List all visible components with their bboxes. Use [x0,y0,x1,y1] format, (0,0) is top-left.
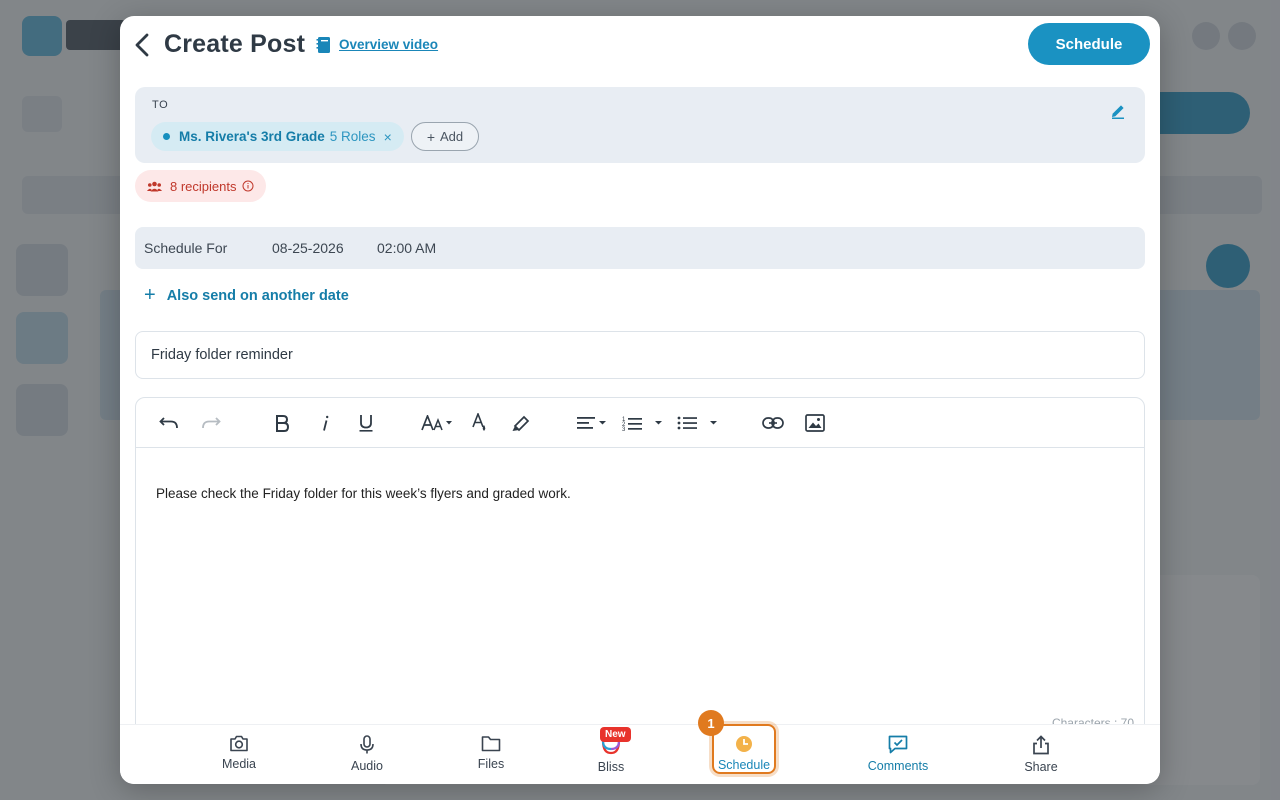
redo-icon [202,417,221,429]
people-icon [147,181,162,191]
share-icon [1033,735,1049,755]
plus-icon: + [426,128,436,145]
tab-audio-label: Audio [351,759,383,773]
step-badge: 1 [698,710,724,736]
schedule-for-row: Schedule For 08-25-2026 02:00 AM [135,227,1145,269]
chip-dot [163,133,170,140]
link-button[interactable] [760,410,786,436]
page-title: Create Post [164,30,306,58]
clock-icon [736,736,752,752]
align-button[interactable] [576,410,610,436]
editor-toolbar: 123 [136,398,1144,448]
bold-button[interactable] [270,410,294,436]
add-recipient-button[interactable]: + Add [411,122,479,151]
chip-remove-button[interactable]: × [384,129,392,145]
undo-button[interactable] [156,410,182,436]
svg-text:3: 3 [622,427,626,431]
overview-video-link[interactable]: Overview video [339,37,438,52]
folder-icon [481,736,501,752]
subject-input[interactable]: Friday folder reminder [135,331,1145,379]
tab-share-label: Share [1024,760,1058,774]
chip-group-name: Ms. Rivera's 3rd Grade [179,129,325,144]
schedule-for-label: Schedule For [144,240,228,256]
chevron-left-icon [135,33,149,57]
new-badge: New [600,727,631,742]
add-label: Add [440,129,464,144]
bullet-list-button[interactable] [677,410,723,436]
redo-button[interactable] [198,410,224,436]
create-post-modal: Create Post Overview video Schedule TO M… [120,16,1160,784]
recipients-box: TO Ms. Rivera's 3rd Grade 5 Roles × + Ad… [135,87,1145,163]
notebook-icon [316,37,330,53]
tab-schedule-label: Schedule [717,758,771,772]
numbered-list-button[interactable]: 123 [622,410,668,436]
schedule-date-field[interactable]: 08-25-2026 [272,240,344,256]
tab-media[interactable]: Media [194,735,284,779]
tab-audio[interactable]: Audio [322,735,412,779]
pencil-icon[interactable] [1109,102,1127,120]
comment-icon [888,735,908,754]
highlight-icon [512,415,530,432]
mic-icon [360,735,374,754]
numbered-list-icon: 123 [622,417,662,431]
schedule-button[interactable]: Schedule [1028,23,1150,65]
text-color-icon [472,413,486,431]
bold-icon [276,414,289,432]
insert-image-button[interactable] [802,410,828,436]
recipients-count-badge[interactable]: 8 recipients [135,170,266,202]
schedule-time-field[interactable]: 02:00 AM [377,240,436,256]
italic-button[interactable] [313,410,337,436]
camera-icon [230,735,248,752]
modal-header: Create Post Overview video Schedule [120,16,1160,82]
editor-body-text[interactable]: Please check the Friday folder for this … [156,486,571,501]
tab-files-label: Files [477,757,505,771]
tab-share[interactable]: Share [996,735,1086,779]
tab-media-label: Media [221,757,257,771]
italic-icon [323,415,329,431]
link-icon [762,417,784,429]
to-label: TO [152,99,169,111]
tab-comments[interactable]: Comments [853,735,943,779]
tab-bliss-label: Bliss [597,760,625,774]
chip-roles: 5 Roles [329,129,376,144]
undo-icon [159,417,178,429]
info-icon [242,180,254,192]
plus-icon: + [144,284,156,306]
highlight-button[interactable] [508,410,534,436]
also-send-label: Also send on another date [166,287,349,304]
bottom-action-bar: Media Audio Files Bliss Schedule Comment… [120,724,1160,784]
underline-button[interactable] [354,410,378,436]
bullet-list-icon [677,416,717,430]
tab-schedule[interactable]: Schedule [699,735,789,779]
text-color-button[interactable] [469,410,491,436]
recipient-chip[interactable]: Ms. Rivera's 3rd Grade 5 Roles × [151,122,404,151]
back-button[interactable] [128,30,156,60]
font-size-icon [421,415,452,431]
font-size-button[interactable] [421,410,455,436]
tab-files[interactable]: Files [446,735,536,779]
image-icon [805,414,825,432]
align-icon [577,417,606,429]
also-send-another-date-button[interactable]: + Also send on another date [144,284,349,307]
recipients-count-label: 8 recipients [170,178,237,194]
underline-icon [359,415,373,432]
tab-comments-label: Comments [867,759,929,773]
